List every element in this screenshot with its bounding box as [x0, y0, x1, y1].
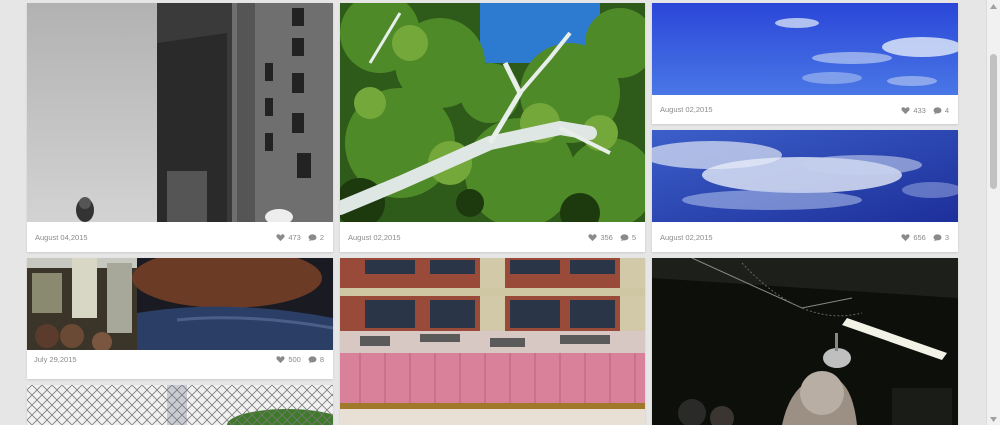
photo-meta: July 29,2015 500 8	[27, 350, 333, 379]
likes-count: 433	[913, 106, 926, 115]
photo-stats: 433 4	[901, 106, 949, 115]
photo-date: August 02,2015	[660, 105, 713, 114]
photo-meta: August 04,2015 473 2	[27, 222, 333, 252]
photo-date: July 29,2015	[34, 355, 77, 364]
scrollbar-thumb[interactable]	[990, 54, 997, 189]
photo-meta: August 02,2015 433 4	[652, 95, 958, 124]
likes-count: 356	[600, 233, 613, 242]
scroll-up-arrow-icon[interactable]	[987, 0, 1000, 12]
comments-count: 5	[631, 233, 636, 242]
comments-count: 2	[319, 233, 324, 242]
photo-image[interactable]	[27, 385, 333, 425]
photo-stats: 656 3	[901, 233, 949, 242]
heart-icon[interactable]	[588, 233, 597, 242]
photo-stats: 356 5	[588, 233, 636, 242]
photo-stats: 500 8	[276, 355, 324, 364]
photo-image[interactable]	[652, 130, 958, 222]
photo-image[interactable]	[340, 258, 645, 425]
comment-icon[interactable]	[308, 355, 317, 364]
photo-card[interactable]: August 04,2015 473 2	[27, 3, 333, 252]
photo-meta: August 02,2015 356 5	[340, 222, 645, 252]
likes-count: 473	[288, 233, 301, 242]
photo-date: August 04,2015	[35, 233, 88, 242]
photo-stats: 473 2	[276, 233, 324, 242]
photo-meta: August 02,2015 656 3	[652, 222, 958, 252]
comment-icon[interactable]	[308, 233, 317, 242]
likes-count: 656	[913, 233, 926, 242]
heart-icon[interactable]	[901, 106, 910, 115]
photo-image[interactable]	[652, 258, 958, 425]
photo-image[interactable]	[27, 3, 333, 222]
photo-card[interactable]: August 02,2015 356 5	[340, 3, 645, 252]
photo-image[interactable]	[27, 258, 333, 350]
comment-icon[interactable]	[933, 106, 942, 115]
scroll-down-arrow-icon[interactable]	[987, 413, 1000, 425]
likes-count: 500	[288, 355, 301, 364]
heart-icon[interactable]	[901, 233, 910, 242]
photo-card[interactable]: August 02,2015 433 4	[652, 3, 958, 124]
heart-icon[interactable]	[276, 233, 285, 242]
photo-card[interactable]	[340, 258, 645, 425]
photo-date: August 02,2015	[348, 233, 401, 242]
photo-image[interactable]	[340, 3, 645, 222]
photo-card[interactable]: August 02,2015 656 3	[652, 130, 958, 252]
comments-count: 3	[944, 233, 949, 242]
vertical-scrollbar[interactable]	[986, 0, 1000, 425]
heart-icon[interactable]	[276, 355, 285, 364]
photo-date: August 02,2015	[660, 233, 713, 242]
comment-icon[interactable]	[620, 233, 629, 242]
comment-icon[interactable]	[933, 233, 942, 242]
photo-image[interactable]	[652, 3, 958, 95]
comments-count: 8	[319, 355, 324, 364]
photo-card[interactable]	[27, 385, 333, 425]
comments-count: 4	[944, 106, 949, 115]
photo-card[interactable]: July 29,2015 500 8	[27, 258, 333, 379]
photo-card[interactable]	[652, 258, 958, 425]
